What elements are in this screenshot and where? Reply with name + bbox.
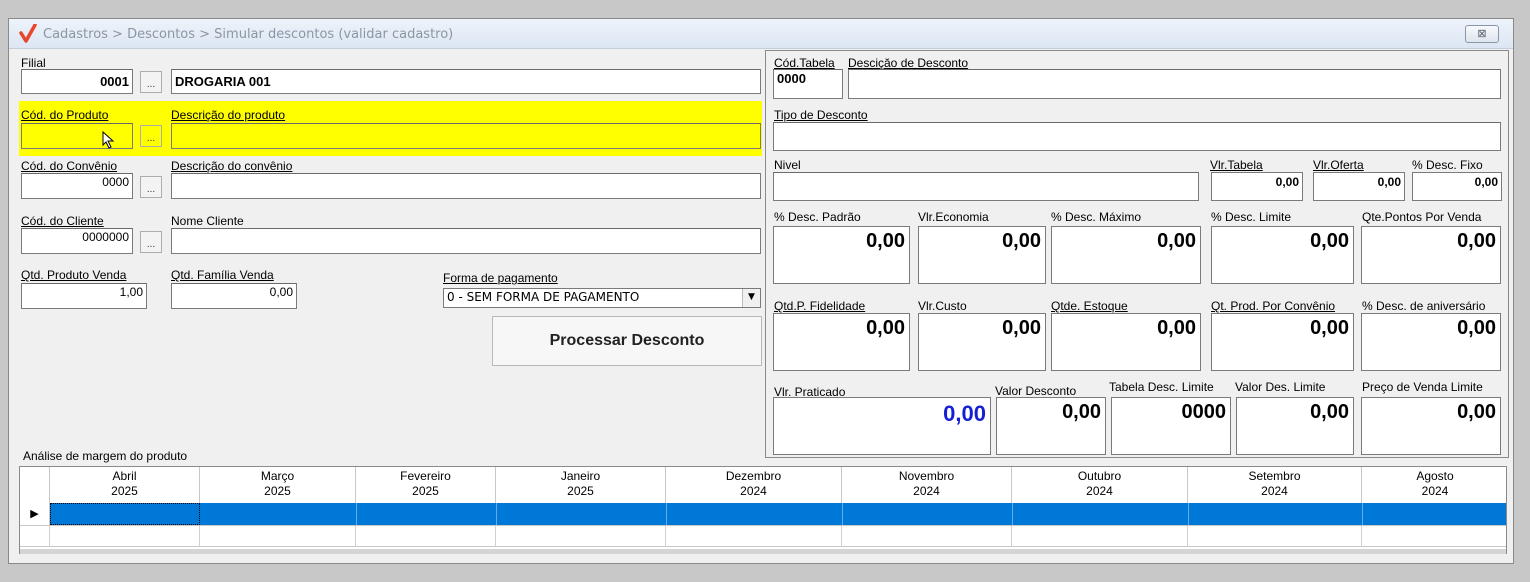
filial-label: Filial [21,56,46,70]
row-marker-icon: ▶ [20,503,50,525]
desc-limite-label: % Desc. Limite [1211,210,1292,224]
cliente-name-label: Nome Cliente [171,214,244,228]
produto-desc-label: Descrição do produto [171,108,286,122]
desc-desconto-field[interactable] [848,69,1501,99]
qtde-estoque-label: Qtde. Estoque [1051,299,1128,313]
qtd-fidelidade-field[interactable]: 0,00 [773,313,910,371]
produto-code-label: Cód. do Produto [21,108,109,122]
vlr-custo-field[interactable]: 0,00 [918,313,1046,371]
desc-aniversario-label: % Desc. de aniversário [1362,299,1486,313]
filial-name-field[interactable]: DROGARIA 001 [171,69,761,94]
grid-column-header[interactable]: Dezembro 2024 [666,467,842,503]
produto-search-button[interactable]: ... [140,125,162,147]
qt-prod-convenio-label: Qt. Prod. Por Convênio [1211,299,1336,313]
tipo-desconto-field[interactable] [773,122,1501,151]
horizontal-scrollbar[interactable] [20,549,1506,554]
app-logo-icon [19,24,37,43]
desc-fixo-field[interactable]: 0,00 [1412,172,1502,201]
margin-analysis-grid[interactable]: Abril 2025 Março 2025 Fevereiro 2025 Janeir… [19,466,1507,554]
convenio-desc-label: Descrição do convênio [171,159,293,173]
table-row[interactable] [20,525,1506,547]
grid-column-header[interactable]: Novembro 2024 [842,467,1012,503]
grid-column-header[interactable]: Outubro 2024 [1012,467,1188,503]
cliente-name-field[interactable] [171,228,761,254]
qtd-produto-field[interactable]: 1,00 [21,283,147,309]
valor-desconto-field[interactable]: 0,00 [996,397,1106,455]
qtd-produto-label: Qtd. Produto Venda [21,268,127,282]
qtd-familia-field[interactable]: 0,00 [171,283,297,309]
qte-pontos-field[interactable]: 0,00 [1361,226,1501,284]
desc-padrao-label: % Desc. Padrão [774,210,861,224]
vlr-economia-label: Vlr.Economia [918,210,989,224]
convenio-code-field[interactable]: 0000 [21,173,133,199]
grid-column-header[interactable]: Janeiro 2025 [496,467,666,503]
vlr-praticado-field[interactable]: 0,00 [773,397,991,455]
forma-pagamento-label: Forma de pagamento [443,271,558,285]
convenio-desc-field[interactable] [171,173,761,199]
valor-desconto-label: Valor Desconto [995,384,1077,398]
tipo-desconto-label: Tipo de Desconto [774,108,868,122]
desc-padrao-field[interactable]: 0,00 [773,226,910,284]
grid-column-header[interactable]: Agosto 2024 [1362,467,1508,503]
preco-venda-limite-field[interactable]: 0,00 [1361,397,1501,455]
forma-pagamento-value: 0 - SEM FORMA DE PAGAMENTO [447,290,640,304]
desc-maximo-field[interactable]: 0,00 [1051,226,1201,284]
cod-tabela-label: Cód.Tabela [774,56,835,70]
processar-desconto-button[interactable]: Processar Desconto [492,316,762,366]
grid-caption: Análise de margem do produto [23,449,188,463]
vlr-custo-label: Vlr.Custo [918,299,967,313]
valor-des-limite-field[interactable]: 0,00 [1236,397,1354,455]
convenio-code-label: Cód. do Convênio [21,159,118,173]
cliente-code-label: Cód. do Cliente [21,214,104,228]
desc-maximo-label: % Desc. Máximo [1051,210,1142,224]
qtd-fidelidade-label: Qtd.P. Fidelidade [774,299,866,313]
mouse-cursor-icon [102,131,115,149]
tabela-desc-limite-label: Tabela Desc. Limite [1109,380,1214,394]
desc-aniversario-field[interactable]: 0,00 [1361,313,1501,371]
qte-pontos-label: Qte.Pontos Por Venda [1362,210,1482,224]
nivel-label: Nivel [774,158,801,172]
grid-column-header[interactable]: Setembro 2024 [1188,467,1362,503]
table-cell-focused[interactable] [50,503,200,525]
filial-code-field[interactable]: 0001 [21,69,133,94]
chevron-down-icon[interactable]: ▼ [742,289,760,307]
desc-fixo-label: % Desc. Fixo [1412,158,1483,172]
cod-tabela-field[interactable]: 0000 [773,69,843,99]
vlr-oferta-field[interactable]: 0,00 [1313,172,1405,201]
desc-desconto-label: Desciçăo de Desconto [848,56,969,70]
produto-code-field[interactable] [21,123,133,149]
vlr-economia-field[interactable]: 0,00 [918,226,1046,284]
title-bar: Cadastros > Descontos > Simular desconto… [9,19,1513,49]
window-title: Cadastros > Descontos > Simular desconto… [43,27,454,42]
grid-column-header[interactable]: Fevereiro 2025 [356,467,496,503]
convenio-search-button[interactable]: ... [140,176,162,198]
qtd-familia-label: Qtd. Família Venda [171,268,274,282]
desc-limite-field[interactable]: 0,00 [1211,226,1354,284]
valor-des-limite-label: Valor Des. Limite [1235,380,1326,394]
qt-prod-convenio-field[interactable]: 0,00 [1211,313,1354,371]
cliente-code-field[interactable]: 0000000 [21,228,133,254]
filial-search-button[interactable]: ... [140,71,162,93]
tabela-desc-limite-field[interactable]: 0000 [1111,397,1231,455]
grid-indicator-header [20,467,50,503]
produto-desc-field[interactable] [171,123,761,149]
vlr-tabela-label: Vlr.Tabela [1210,158,1263,172]
cliente-search-button[interactable]: ... [140,231,162,253]
close-button[interactable]: ⊠ [1465,25,1499,43]
preco-venda-limite-label: Preço de Venda Limite [1362,380,1483,394]
qtde-estoque-field[interactable]: 0,00 [1051,313,1201,371]
nivel-field[interactable] [773,172,1199,201]
vlr-oferta-label: Vlr.Oferta [1313,158,1364,172]
vlr-tabela-field[interactable]: 0,00 [1211,172,1303,201]
table-row-selected[interactable]: ▶ [20,503,1506,525]
app-window: Cadastros > Descontos > Simular desconto… [8,18,1514,564]
grid-column-header[interactable]: Março 2025 [200,467,356,503]
forma-pagamento-select[interactable]: 0 - SEM FORMA DE PAGAMENTO ▼ [443,288,761,308]
grid-column-header[interactable]: Abril 2025 [50,467,200,503]
